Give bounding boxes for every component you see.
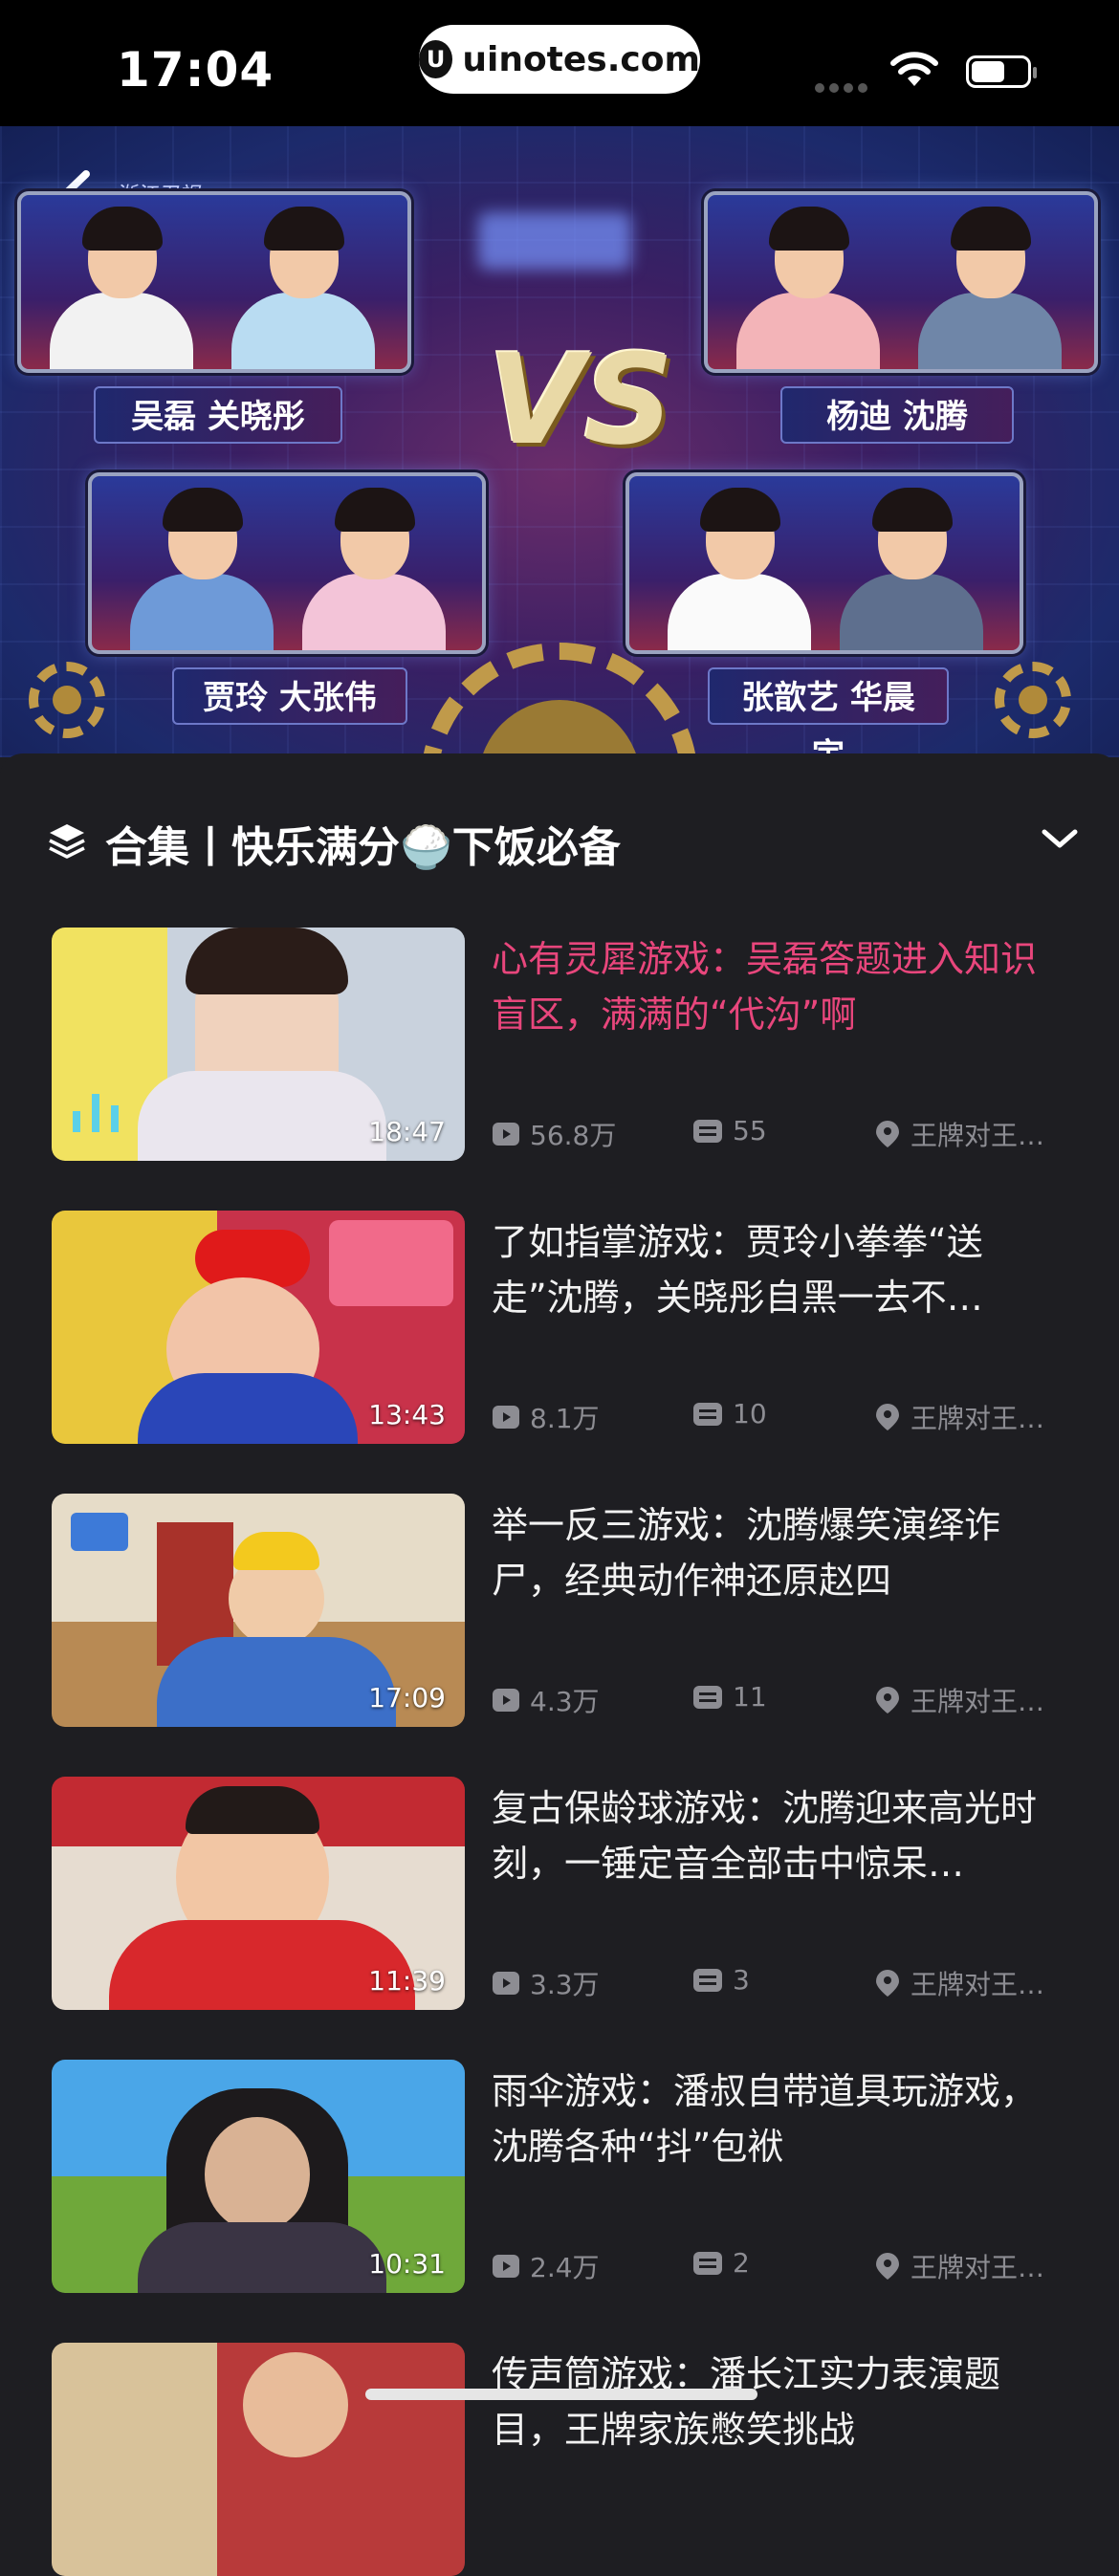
collection-header[interactable]: 合集丨快乐满分🍚下饭必备 (46, 813, 1079, 872)
video-thumbnail: 13:43 (52, 1211, 465, 1444)
video-title: 举一反三游戏：沈腾爆笑演绎诈尸，经典动作神还原赵四 (492, 1504, 1001, 1602)
comment-icon (693, 1968, 722, 1992)
team-frame (704, 191, 1098, 373)
team-frame (88, 472, 486, 654)
comment-icon (693, 1685, 722, 1709)
home-indicator[interactable] (365, 2389, 757, 2400)
video-title: 雨伞游戏：潘叔自带道具玩游戏，沈腾各种“抖”包袱 (492, 2070, 1038, 2168)
video-player[interactable]: 浙江卫视 吴磊 关晓彤 杨迪 沈腾 VS 贾玲 大张伟 张歆艺 华晨宇 (0, 126, 1119, 757)
team-name: 杨迪 沈腾 (780, 386, 1014, 444)
video-list-item[interactable]: 传声筒游戏：潘长江实力表演题目，王牌家族憋笑挑战 (52, 2343, 1069, 2576)
team-frame (625, 472, 1023, 654)
video-title: 了如指掌游戏：贾玲小拳拳“送走”沈腾，关晓彤自黑一去不… (492, 1221, 983, 1319)
view-count: 4.3万 (530, 1686, 600, 1717)
video-thumbnail: 18:47 (52, 928, 465, 1161)
play-count-icon (493, 1689, 519, 1712)
playing-bars-icon (73, 1094, 119, 1132)
comment-icon (693, 1402, 722, 1426)
comment-icon (693, 2251, 722, 2275)
clock: 17:04 (117, 42, 274, 98)
comment-count: 55 (733, 1115, 767, 1146)
team-name: 吴磊 关晓彤 (94, 386, 342, 444)
layers-icon (49, 824, 85, 859)
source-name: 王牌对王… (911, 1686, 1045, 1717)
team-frame (17, 191, 411, 373)
source-name: 王牌对王… (911, 1120, 1045, 1151)
video-list-item[interactable]: 11:39 复古保龄球游戏：沈腾迎来高光时刻，一锤定音全部击中惊呆… 3.3万 … (52, 1777, 1069, 2010)
video-thumbnail (52, 2343, 465, 2576)
play-count-icon (493, 2255, 519, 2278)
team-name: 贾玲 大张伟 (172, 667, 407, 725)
signal-icon (815, 78, 872, 97)
play-count-icon (493, 1123, 519, 1146)
video-duration: 13:43 (368, 1399, 446, 1430)
video-title: 心有灵犀游戏：吴磊答题进入知识盲区，满满的“代沟”啊 (492, 938, 1038, 1036)
video-duration: 18:47 (368, 1116, 446, 1147)
video-duration: 10:31 (368, 2248, 446, 2280)
location-pin-icon (876, 1121, 899, 1147)
url-text: uinotes.com (462, 39, 700, 79)
chevron-down-icon[interactable] (1041, 824, 1079, 853)
video-thumbnail: 11:39 (52, 1777, 465, 2010)
location-pin-icon (876, 2253, 899, 2280)
view-count: 3.3万 (530, 1969, 600, 2000)
comment-count: 2 (733, 2247, 750, 2279)
video-meta: 8.1万 10 王牌对王… (492, 1398, 1069, 1436)
video-meta: 2.4万 2 王牌对王… (492, 2247, 1069, 2285)
video-title: 传声筒游戏：潘长江实力表演题目，王牌家族憋笑挑战 (492, 2353, 1001, 2451)
comment-count: 3 (733, 1964, 750, 1996)
comment-icon (693, 1119, 722, 1143)
video-meta: 4.3万 11 王牌对王… (492, 1681, 1069, 1719)
view-count: 56.8万 (530, 1120, 617, 1151)
video-meta: 56.8万 55 王牌对王… (492, 1115, 1069, 1153)
source-name: 王牌对王… (911, 1969, 1045, 2000)
collection-title: 合集丨快乐满分🍚下饭必备 (105, 823, 621, 872)
play-count-icon (493, 1406, 519, 1429)
video-meta: 3.3万 3 王牌对王… (492, 1964, 1069, 2002)
vs-label: VS (488, 327, 674, 472)
video-duration: 11:39 (368, 1965, 446, 1997)
collection-panel: 合集丨快乐满分🍚下饭必备 18:47 心有灵犀游戏：吴磊答题进入知识盲区，满满的… (0, 753, 1119, 2576)
status-bar: 17:04 U uinotes.com (0, 0, 1119, 126)
site-logo-icon: U (419, 40, 453, 78)
play-count-icon (493, 1972, 519, 1995)
location-pin-icon (876, 1404, 899, 1430)
video-list-item[interactable]: 10:31 雨伞游戏：潘叔自带道具玩游戏，沈腾各种“抖”包袱 2.4万 2 王牌… (52, 2060, 1069, 2293)
wifi-icon (890, 52, 938, 86)
video-thumbnail: 17:09 (52, 1494, 465, 1727)
url-pill[interactable]: U uinotes.com (419, 25, 700, 94)
view-count: 2.4万 (530, 2252, 600, 2283)
source-name: 王牌对王… (911, 2252, 1045, 2283)
video-list-item[interactable]: 13:43 了如指掌游戏：贾玲小拳拳“送走”沈腾，关晓彤自黑一去不… 8.1万 … (52, 1211, 1069, 1444)
video-list-item[interactable]: 18:47 心有灵犀游戏：吴磊答题进入知识盲区，满满的“代沟”啊 56.8万 5… (52, 928, 1069, 1161)
video-duration: 17:09 (368, 1682, 446, 1714)
source-name: 王牌对王… (911, 1403, 1045, 1434)
battery-icon (966, 55, 1037, 88)
video-thumbnail: 10:31 (52, 2060, 465, 2293)
team-name: 张歆艺 华晨宇 (708, 667, 949, 757)
blurred-logo (478, 212, 631, 270)
video-list-item[interactable]: 17:09 举一反三游戏：沈腾爆笑演绎诈尸，经典动作神还原赵四 4.3万 11 … (52, 1494, 1069, 1727)
view-count: 8.1万 (530, 1403, 600, 1434)
location-pin-icon (876, 1687, 899, 1714)
location-pin-icon (876, 1970, 899, 1997)
comment-count: 11 (733, 1681, 767, 1713)
comment-count: 10 (733, 1398, 767, 1430)
video-title: 复古保龄球游戏：沈腾迎来高光时刻，一锤定音全部击中惊呆… (492, 1787, 1038, 1885)
